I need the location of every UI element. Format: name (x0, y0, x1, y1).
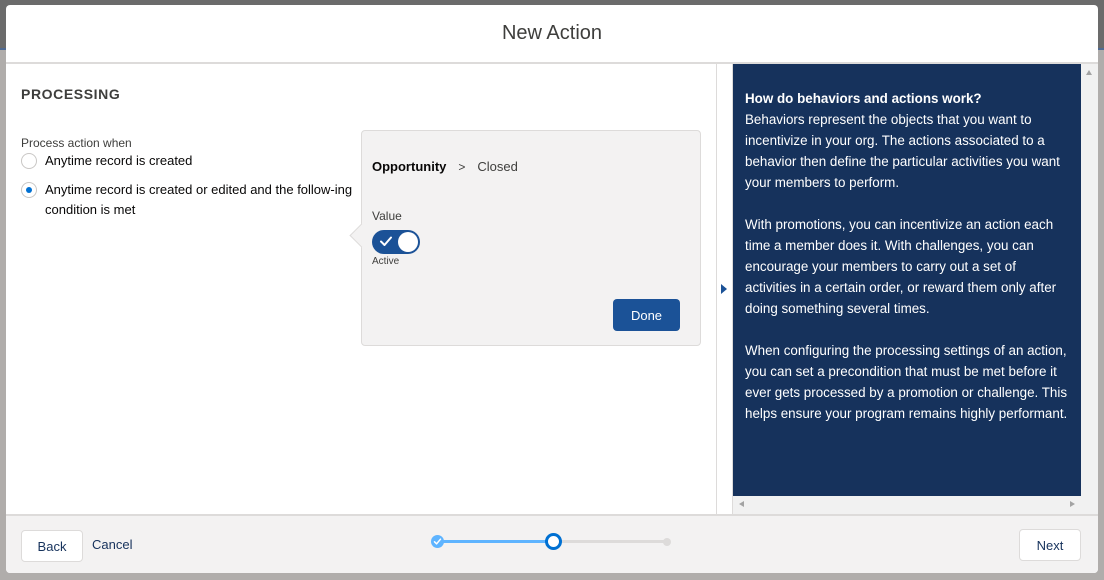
help-paragraph: When configuring the processing settings… (745, 343, 1068, 421)
condition-object: Opportunity (372, 159, 447, 174)
done-button[interactable]: Done (613, 299, 680, 331)
toggle-state-label: Active (372, 256, 400, 267)
checkmark-icon (380, 236, 392, 246)
modal-header: New Action (6, 5, 1098, 64)
radio-label: Anytime record is created or edited and … (45, 182, 353, 217)
progress-fill (438, 540, 554, 543)
scroll-up-icon[interactable] (1086, 70, 1092, 75)
radio-button[interactable] (21, 153, 37, 169)
toggle-knob (398, 232, 418, 252)
scroll-left-icon[interactable] (739, 501, 744, 507)
condition-popover: Opportunity > Closed Value Active Done (361, 130, 701, 346)
process-when-legend: Process action when (21, 136, 132, 150)
active-toggle[interactable] (372, 230, 420, 254)
modal-title: New Action (501, 22, 603, 44)
help-panel-toggle[interactable] (716, 64, 733, 514)
processing-pane: PROCESSING Process action when Anytime r… (6, 64, 716, 514)
radio-option-created[interactable]: Anytime record is created (21, 151, 355, 171)
modal-body: PROCESSING Process action when Anytime r… (6, 64, 1098, 514)
new-action-modal: New Action PROCESSING Process action whe… (6, 5, 1098, 573)
help-paragraph: Behaviors represent the objects that you… (745, 112, 1060, 190)
condition-path: Opportunity > Closed (372, 159, 518, 174)
condition-field: Closed (477, 159, 518, 174)
progress-step-1-complete[interactable] (431, 535, 444, 548)
chevron-right-separator: > (458, 159, 466, 174)
progress-step-3[interactable] (663, 538, 671, 546)
help-heading: How do behaviors and actions work? (745, 91, 982, 106)
radio-button-selected[interactable] (21, 182, 37, 198)
help-content: How do behaviors and actions work? Behav… (733, 64, 1081, 496)
horizontal-scrollbar[interactable] (733, 496, 1081, 514)
help-paragraph: With promotions, you can incentivize an … (745, 217, 1057, 316)
help-panel: How do behaviors and actions work? Behav… (733, 64, 1098, 514)
back-button[interactable]: Back (21, 530, 83, 562)
radio-label: Anytime record is created (45, 153, 193, 168)
vertical-scrollbar[interactable] (1081, 64, 1098, 514)
check-icon (433, 538, 442, 545)
progress-indicator (430, 532, 674, 550)
next-button[interactable]: Next (1019, 529, 1081, 561)
section-title: PROCESSING (21, 86, 121, 102)
progress-step-2-current[interactable] (545, 533, 562, 550)
caret-right-icon (721, 284, 727, 294)
cancel-link[interactable]: Cancel (92, 537, 132, 552)
value-label: Value (372, 209, 402, 223)
radio-option-created-or-edited[interactable]: Anytime record is created or edited and … (21, 180, 355, 220)
scroll-right-icon[interactable] (1070, 501, 1075, 507)
modal-footer: Back Cancel Next (6, 514, 1098, 573)
